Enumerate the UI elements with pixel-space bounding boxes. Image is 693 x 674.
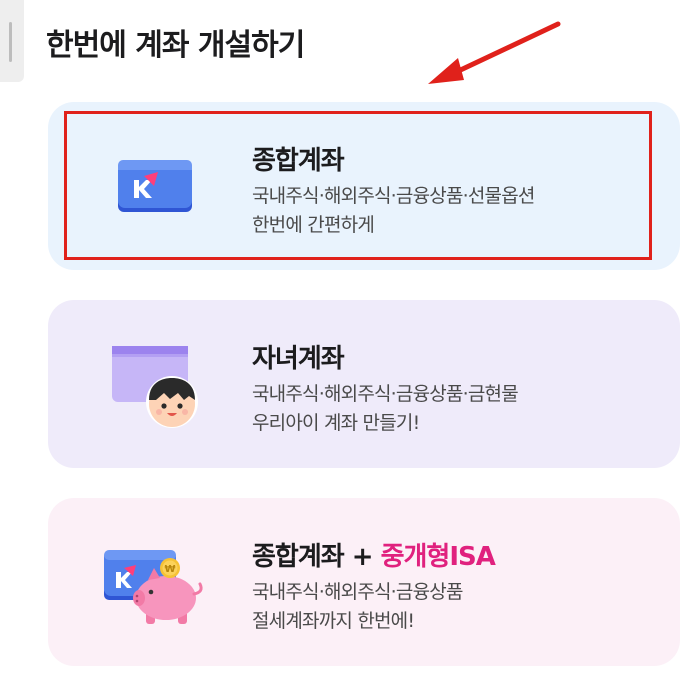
card-description-line: 국내주식·해외주식·금융상품·선물옵션 [252, 185, 535, 207]
child-account-icon [112, 346, 198, 428]
card-description-line: 한번에 간편하게 [252, 214, 375, 236]
card-description-line: 우리아이 계좌 만들기! [252, 412, 420, 434]
svg-text:₩: ₩ [164, 564, 175, 575]
annotation-arrow [428, 21, 561, 84]
card-title-text: 종합계좌 + [252, 542, 381, 572]
card-description-line: 절세계좌까지 한번에! [252, 610, 415, 632]
brokerage-card-icon [118, 160, 192, 212]
account-option-brokerage-isa[interactable]: ₩ 종합계좌 + 중개형ISA 국내주식·해외주식·금융상품 절세계좌까지 한번… [48, 498, 680, 666]
page-title: 한번에 계좌 개설하기 [46, 28, 305, 63]
account-option-brokerage[interactable]: 종합계좌 국내주식·해외주식·금융상품·선물옵션 한번에 간편하게 [48, 102, 680, 270]
card-title: 종합계좌 + 중개형ISA [252, 536, 496, 573]
card-title: 종합계좌 [252, 146, 345, 176]
card-description-line: 국내주식·해외주식·금융상품·금현물 [252, 383, 519, 405]
card-description: 국내주식·해외주식·금융상품 절세계좌까지 한번에! [252, 578, 463, 636]
piggy-bank-icon: ₩ [104, 550, 203, 624]
card-description-line: 국내주식·해외주식·금융상품 [252, 581, 463, 603]
side-drawer-handle[interactable] [0, 0, 24, 82]
account-option-child[interactable]: 자녀계좌 국내주식·해외주식·금융상품·금현물 우리아이 계좌 만들기! [48, 300, 680, 468]
card-description: 국내주식·해외주식·금융상품·선물옵션 한번에 간편하게 [252, 182, 535, 240]
isa-highlight-text: 중개형ISA [380, 542, 496, 572]
card-title: 자녀계좌 [252, 344, 345, 374]
card-description: 국내주식·해외주식·금융상품·금현물 우리아이 계좌 만들기! [252, 380, 519, 438]
